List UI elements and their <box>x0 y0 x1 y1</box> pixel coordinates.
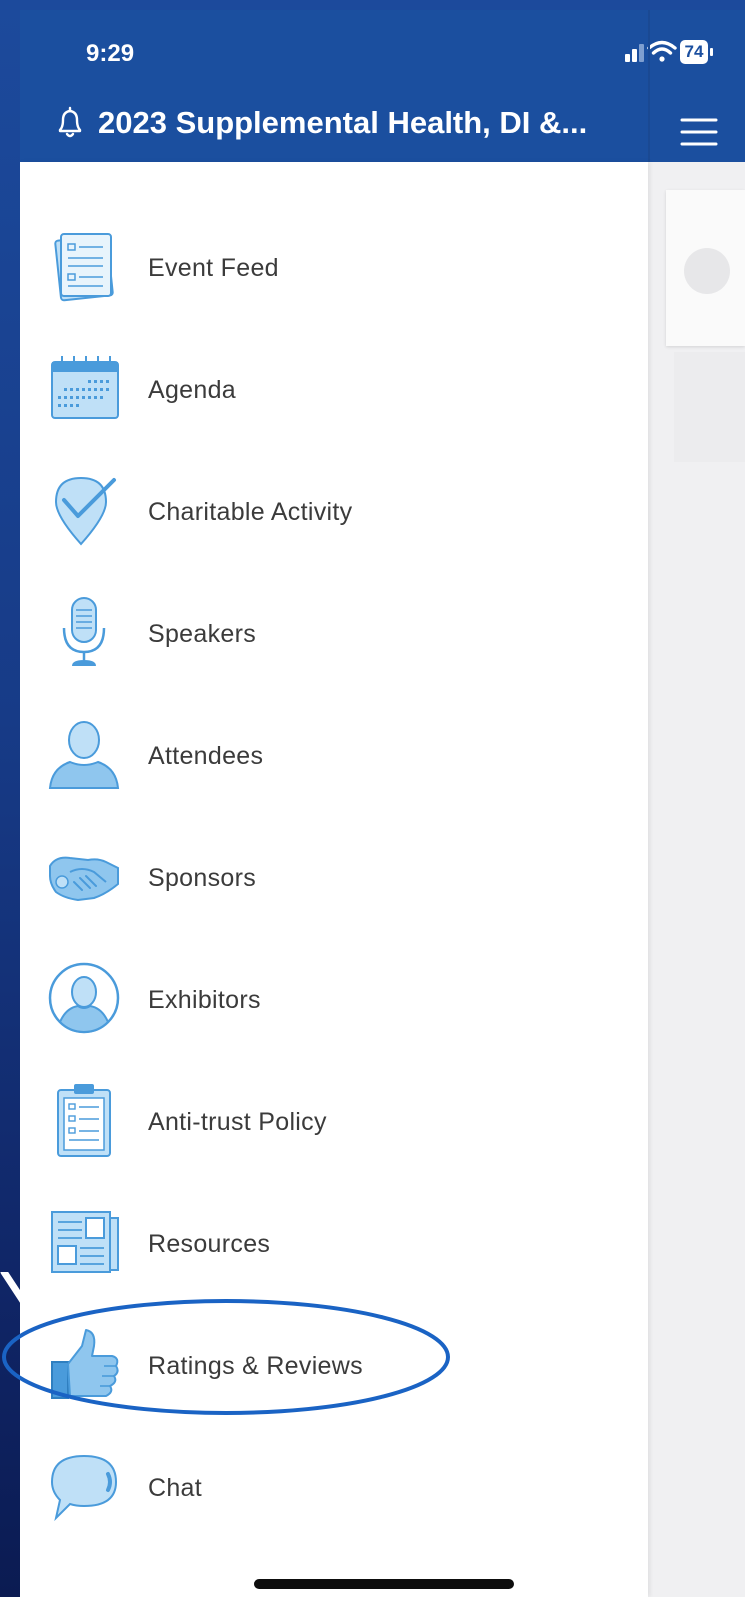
cellular-signal-icon <box>625 44 644 62</box>
event-title-text: 2023 Supplemental Health, DI &... <box>98 105 588 140</box>
newspaper-icon <box>51 1211 119 1273</box>
menu-item-label: Charitable Activity <box>148 497 353 526</box>
battery-level: 74 <box>684 42 704 61</box>
menu-item-event-feed[interactable]: Event Feed <box>20 220 648 316</box>
chat-bubble-icon <box>50 1454 118 1522</box>
person-icon <box>48 721 120 789</box>
menu-item-label: Ratings & Reviews <box>148 1351 363 1380</box>
bell-icon[interactable] <box>56 106 84 140</box>
thumbs-up-icon <box>51 1329 119 1399</box>
menu-item-sponsors[interactable]: Sponsors <box>20 830 648 926</box>
menu-item-label: Resources <box>148 1229 271 1258</box>
microphone-icon <box>62 597 106 666</box>
event-title: 2023 Supplemental Health, DI &... <box>56 96 587 150</box>
menu-item-anti-trust-policy[interactable]: Anti-trust Policy <box>20 1074 648 1170</box>
menu-item-charitable-activity[interactable]: Charitable Activity <box>20 464 648 560</box>
background-card <box>666 190 745 346</box>
menu-item-attendees[interactable]: Attendees <box>20 708 648 804</box>
phone-screen: 9:29 74 2023 Supplemental Health, DI &..… <box>20 10 745 1597</box>
status-time: 9:29 <box>86 40 135 67</box>
person-circle-icon <box>48 962 120 1034</box>
status-icons: 74 <box>625 38 721 68</box>
menu-item-label: Sponsors <box>148 863 257 892</box>
menu-item-label: Agenda <box>148 375 236 404</box>
menu-item-label: Speakers <box>148 619 257 648</box>
home-indicator[interactable] <box>254 1579 514 1589</box>
calendar-icon <box>51 356 119 419</box>
menu-item-chat[interactable]: Chat <box>20 1440 648 1536</box>
clipboard-icon <box>57 1084 111 1157</box>
menu-item-ratings-reviews[interactable]: Ratings & Reviews <box>20 1318 648 1414</box>
background-content <box>650 162 745 1597</box>
background-card <box>674 352 745 462</box>
menu-item-agenda[interactable]: Agenda <box>20 342 648 438</box>
menu-item-exhibitors[interactable]: Exhibitors <box>20 952 648 1048</box>
menu-item-resources[interactable]: Resources <box>20 1196 648 1292</box>
hamburger-menu-button[interactable] <box>680 114 720 150</box>
menu-item-label: Anti-trust Policy <box>148 1107 327 1136</box>
menu-item-label: Exhibitors <box>148 985 261 1014</box>
navigation-drawer: Event Feed Agenda Charitable Activity Sp… <box>20 162 648 1597</box>
menu-item-label: Event Feed <box>148 253 279 282</box>
header-divider <box>648 10 650 162</box>
handshake-icon <box>49 856 119 902</box>
menu-item-label: Attendees <box>148 741 264 770</box>
wifi-icon <box>647 40 677 62</box>
avatar <box>684 248 730 294</box>
map-pin-check-icon <box>54 476 116 546</box>
app-header: 9:29 74 2023 Supplemental Health, DI &..… <box>20 10 745 162</box>
hamburger-icon <box>680 118 718 146</box>
menu-item-speakers[interactable]: Speakers <box>20 586 648 682</box>
menu-item-label: Chat <box>148 1473 203 1502</box>
event-feed-icon <box>54 233 114 302</box>
